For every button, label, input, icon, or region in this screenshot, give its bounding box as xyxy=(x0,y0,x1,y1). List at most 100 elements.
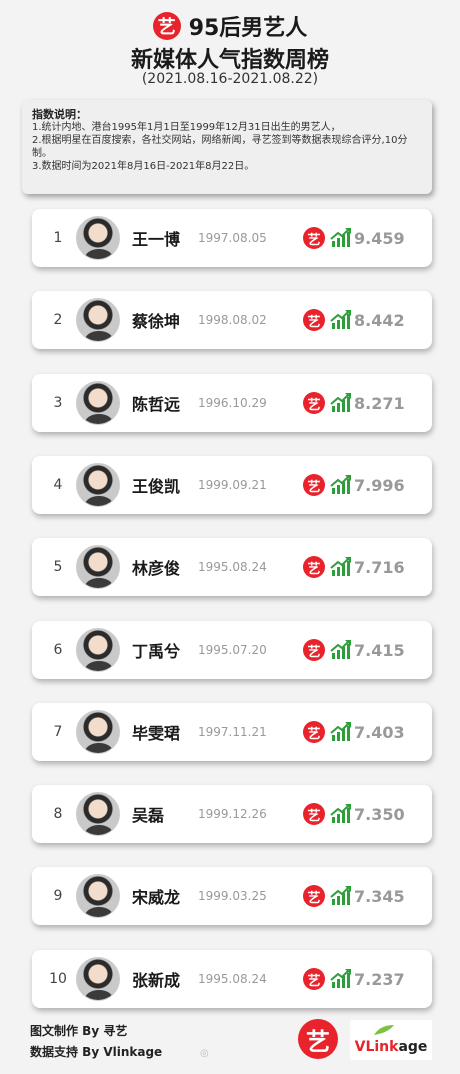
trend-up-icon xyxy=(330,722,351,741)
artist-name: 吴磊 xyxy=(132,806,165,825)
xunyi-badge-icon: 艺 xyxy=(303,227,325,249)
avatar xyxy=(76,545,120,589)
popularity-score: 8.271 xyxy=(354,393,405,413)
ranking-card: 10 张新成 1995.08.24 艺 7.237 xyxy=(32,950,432,1008)
vlinkage-age: age xyxy=(398,1039,428,1055)
xunyi-badge-icon: 艺 xyxy=(303,309,325,331)
xunyi-badge-icon: 艺 xyxy=(303,803,325,825)
vlinkage-link: Link xyxy=(365,1039,399,1055)
ranking-card: 7 毕雯珺 1997.11.21 艺 7.403 xyxy=(32,703,432,761)
credit-data: 数据支持 By Vlinkage xyxy=(30,1045,163,1059)
ranking-card: 2 蔡徐坤 1998.08.02 艺 8.442 xyxy=(32,291,432,349)
artist-name: 毕雯珺 xyxy=(132,724,181,743)
rank-number: 6 xyxy=(53,642,63,658)
birth-date: 1998.08.02 xyxy=(198,313,267,327)
birth-date: 1999.03.25 xyxy=(198,889,267,903)
explanation-line-2: 2.根据明星在百度搜索，各社交网站，网络新闻，寻艺签到等数据表现综合评分,10分… xyxy=(32,135,408,159)
explanation-title: 指数说明： xyxy=(32,108,87,121)
popularity-score: 7.415 xyxy=(354,640,405,660)
birth-date: 1999.09.21 xyxy=(198,478,267,492)
trend-up-icon xyxy=(330,310,351,329)
leaf-icon xyxy=(374,1025,394,1035)
popularity-score: 7.350 xyxy=(354,804,405,824)
vlinkage-v: V xyxy=(354,1039,366,1055)
vlinkage-logo: V Link age xyxy=(350,1020,432,1060)
xunyi-badge-icon: 艺 xyxy=(303,556,325,578)
trend-up-icon xyxy=(330,969,351,988)
trend-up-icon xyxy=(330,804,351,823)
birth-date: 1995.08.24 xyxy=(198,560,267,574)
rank-number: 1 xyxy=(53,230,63,246)
artist-name: 张新成 xyxy=(132,971,181,990)
birth-date: 1997.11.21 xyxy=(198,725,267,739)
rank-number: 10 xyxy=(49,971,67,987)
rank-number: 7 xyxy=(53,724,63,740)
trend-up-icon xyxy=(330,228,351,247)
artist-name: 陈哲远 xyxy=(132,395,181,414)
popularity-score: 9.459 xyxy=(354,228,405,248)
explanation-line-1: 1.统计内地、港台1995年1月1日至1999年12月31日出生的男艺人， xyxy=(32,122,341,133)
trend-up-icon xyxy=(330,640,351,659)
xunyi-badge-icon: 艺 xyxy=(303,639,325,661)
rank-number: 4 xyxy=(53,477,63,493)
xunyi-badge-icon: 艺 xyxy=(303,392,325,414)
artist-name: 王俊凯 xyxy=(132,477,181,496)
popularity-score: 7.345 xyxy=(354,886,405,906)
ranking-card: 8 吴磊 1999.12.26 艺 7.350 xyxy=(32,785,432,843)
artist-name: 丁禹兮 xyxy=(132,642,181,661)
ranking-card: 3 陈哲远 1996.10.29 艺 8.271 xyxy=(32,374,432,432)
birth-date: 1996.10.29 xyxy=(198,396,267,410)
avatar xyxy=(76,792,120,836)
credit-design: 图文制作 By 寻艺 xyxy=(30,1024,128,1038)
birth-date: 1995.08.24 xyxy=(198,972,267,986)
trend-up-icon xyxy=(330,475,351,494)
artist-name: 林彦俊 xyxy=(132,559,181,578)
explanation-box: 指数说明： 1.统计内地、港台1995年1月1日至1999年12月31日出生的男… xyxy=(22,100,432,194)
rank-number: 5 xyxy=(53,559,63,575)
title-line-1: 艺 95后男艺人 xyxy=(0,10,460,42)
birth-date: 1997.08.05 xyxy=(198,231,267,245)
artist-name: 宋威龙 xyxy=(132,888,181,907)
avatar xyxy=(76,216,120,260)
avatar xyxy=(76,710,120,754)
watermark: ◎ xyxy=(200,1048,209,1059)
trend-up-icon xyxy=(330,557,351,576)
date-range: (2021.08.16-2021.08.22) xyxy=(141,71,319,87)
ranking-card: 9 宋威龙 1999.03.25 艺 7.345 xyxy=(32,867,432,925)
xunyi-logo-icon: 艺 xyxy=(152,12,181,40)
rank-number: 2 xyxy=(53,312,63,328)
popularity-score: 8.442 xyxy=(354,310,405,330)
ranking-card: 6 丁禹兮 1995.07.20 艺 7.415 xyxy=(32,621,432,679)
avatar xyxy=(76,628,120,672)
avatar xyxy=(76,381,120,425)
xunyi-badge-icon: 艺 xyxy=(303,474,325,496)
avatar xyxy=(76,298,120,342)
trend-up-icon xyxy=(330,393,351,412)
avatar xyxy=(76,463,120,507)
popularity-score: 7.996 xyxy=(354,475,405,495)
rank-number: 9 xyxy=(53,888,63,904)
footer-xunyi-logo-icon: 艺 xyxy=(298,1019,338,1059)
page-title: 95后男艺人 xyxy=(188,16,308,41)
explanation-line-3: 3.数据时间为2021年8月16日-2021年8月22日。 xyxy=(32,161,255,172)
ranking-card: 1 王一博 1997.08.05 艺 9.459 xyxy=(32,209,432,267)
ranking-card: 5 林彦俊 1995.08.24 艺 7.716 xyxy=(32,538,432,596)
rank-number: 3 xyxy=(53,395,63,411)
rank-number: 8 xyxy=(53,806,63,822)
page-subtitle: 新媒体人气指数周榜 xyxy=(130,48,329,73)
popularity-score: 7.716 xyxy=(354,557,405,577)
artist-name: 王一博 xyxy=(132,230,181,249)
avatar xyxy=(76,874,120,918)
header: 艺 95后男艺人 新媒体人气指数周榜 (2021.08.16-2021.08.2… xyxy=(0,0,460,96)
popularity-score: 7.403 xyxy=(354,722,405,742)
birth-date: 1995.07.20 xyxy=(198,643,267,657)
birth-date: 1999.12.26 xyxy=(198,807,267,821)
xunyi-badge-icon: 艺 xyxy=(303,968,325,990)
xunyi-badge-icon: 艺 xyxy=(303,885,325,907)
avatar xyxy=(76,957,120,1001)
popularity-score: 7.237 xyxy=(354,969,405,989)
xunyi-badge-icon: 艺 xyxy=(303,721,325,743)
ranking-card: 4 王俊凯 1999.09.21 艺 7.996 xyxy=(32,456,432,514)
artist-name: 蔡徐坤 xyxy=(132,312,181,331)
trend-up-icon xyxy=(330,886,351,905)
